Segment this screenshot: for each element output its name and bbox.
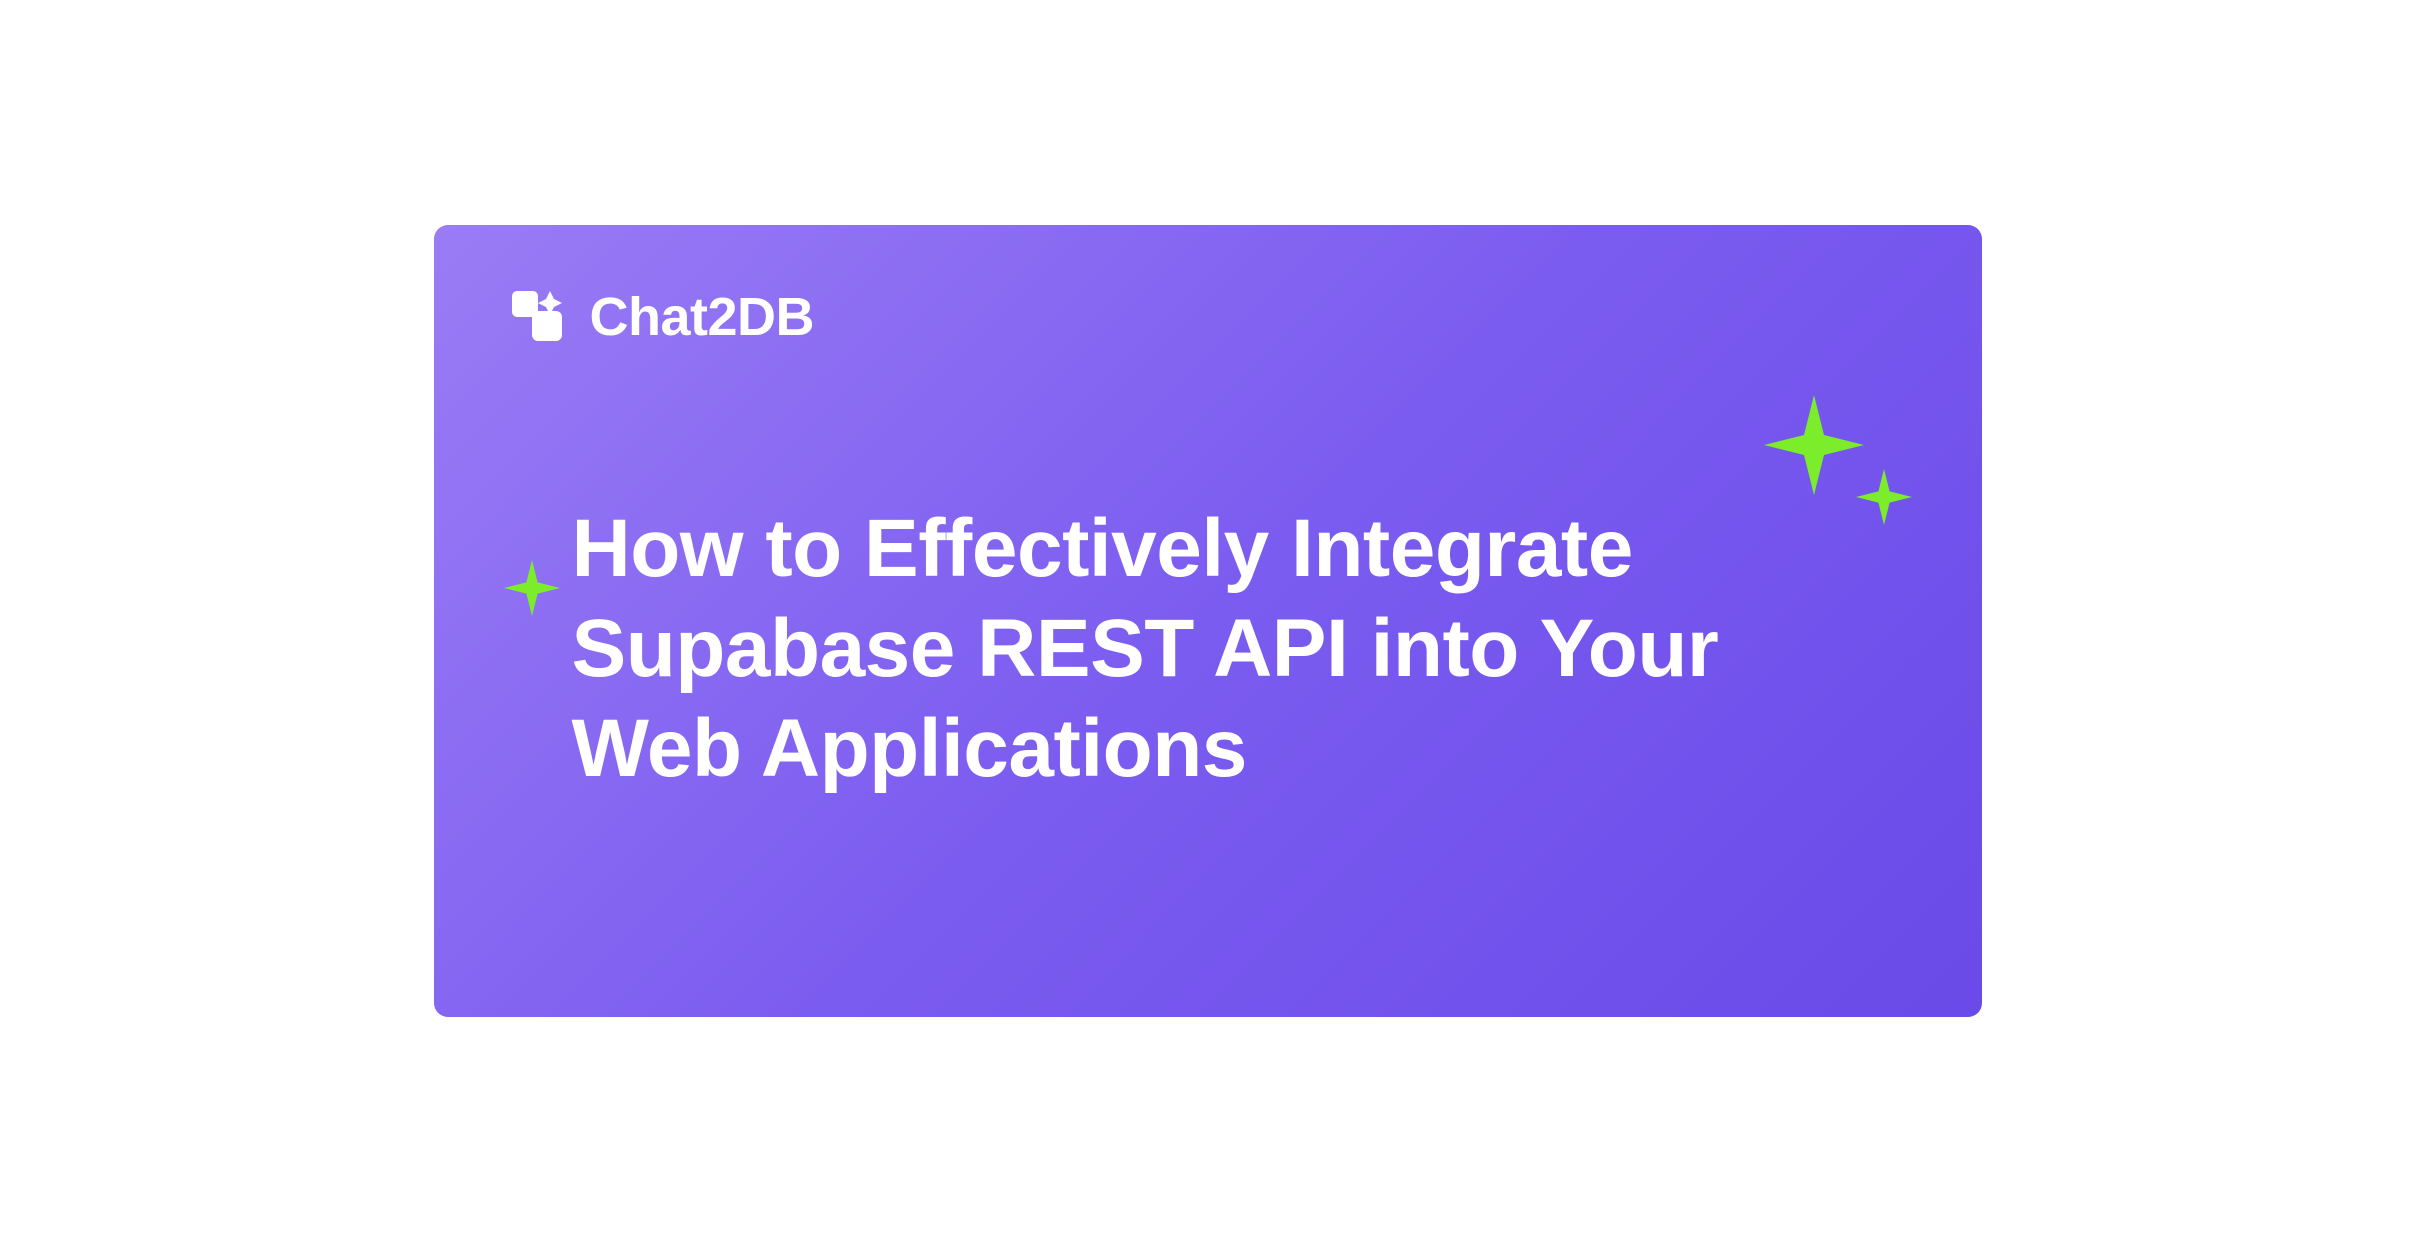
brand-logo-icon	[506, 285, 570, 349]
sparkle-icon	[1764, 395, 1864, 495]
sparkle-icon	[504, 560, 560, 616]
brand-name: Chat2DB	[590, 286, 815, 348]
brand-logo-row: Chat2DB	[506, 285, 815, 349]
article-title: How to Effectively Integrate Supabase RE…	[572, 499, 1782, 799]
hero-card: Chat2DB How to Effectively Integrate Sup…	[434, 225, 1982, 1017]
sparkle-icon	[1856, 469, 1912, 525]
